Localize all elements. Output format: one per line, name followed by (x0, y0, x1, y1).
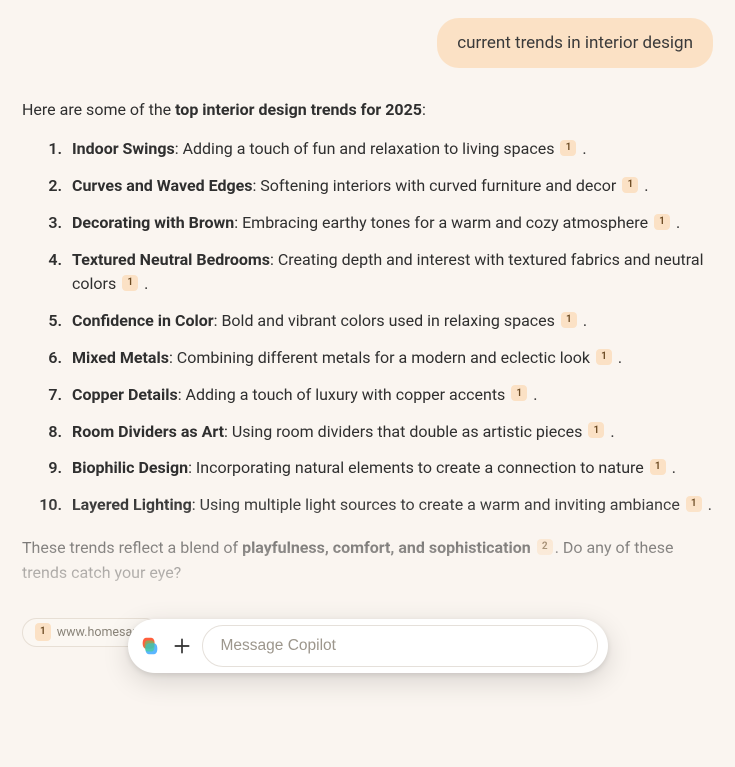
citation-badge[interactable]: 1 (561, 312, 577, 328)
trend-item: Confidence in Color: Bold and vibrant co… (66, 309, 713, 334)
trend-period: . (140, 274, 148, 293)
trends-list: Indoor Swings: Adding a touch of fun and… (22, 137, 713, 518)
trend-item: Mixed Metals: Combining different metals… (66, 346, 713, 371)
trend-item: Indoor Swings: Adding a touch of fun and… (66, 137, 713, 162)
trend-item: Textured Neutral Bedrooms: Creating dept… (66, 248, 713, 298)
composer-input[interactable] (219, 636, 581, 656)
add-button[interactable] (166, 630, 198, 662)
trend-period: . (529, 385, 537, 404)
assistant-message: Here are some of the top interior design… (22, 98, 713, 647)
assistant-intro: Here are some of the top interior design… (22, 98, 713, 123)
citation-badge[interactable]: 1 (654, 214, 670, 230)
trend-period: . (614, 348, 622, 367)
composer-input-wrap[interactable] (202, 625, 598, 667)
citation-badge[interactable]: 1 (122, 275, 138, 291)
outro-bold: playfulness, comfort, and sophistication (242, 538, 531, 557)
trend-item: Biophilic Design: Incorporating natural … (66, 456, 713, 481)
trend-desc: : Using room dividers that double as art… (224, 422, 586, 441)
trend-item: Curves and Waved Edges: Softening interi… (66, 174, 713, 199)
user-message-bubble: current trends in interior design (437, 18, 713, 68)
user-message-text: current trends in interior design (457, 33, 693, 53)
trend-period: . (606, 422, 614, 441)
trend-item: Room Dividers as Art: Using room divider… (66, 420, 713, 445)
trend-title: Curves and Waved Edges (72, 176, 252, 195)
citation-badge[interactable]: 1 (560, 140, 576, 156)
trend-desc: : Adding a touch of luxury with copper a… (178, 385, 510, 404)
trend-desc: : Softening interiors with curved furnit… (252, 176, 620, 195)
citation-badge[interactable]: 1 (588, 422, 604, 438)
trend-title: Mixed Metals (72, 348, 169, 367)
trend-period: . (704, 495, 712, 514)
user-message-row: current trends in interior design (22, 18, 713, 68)
trend-period: . (668, 458, 676, 477)
trend-title: Room Dividers as Art (72, 422, 224, 441)
trend-desc: : Bold and vibrant colors used in relaxi… (214, 311, 559, 330)
trend-item: Layered Lighting: Using multiple light s… (66, 493, 713, 518)
source-chip-number: 1 (35, 623, 51, 641)
outro-prefix: These trends reflect a blend of (22, 538, 242, 557)
trend-title: Biophilic Design (72, 458, 188, 477)
citation-badge[interactable]: 1 (622, 177, 638, 193)
intro-prefix: Here are some of the (22, 100, 175, 119)
trend-item: Copper Details: Adding a touch of luxury… (66, 383, 713, 408)
trend-period: . (578, 139, 586, 158)
assistant-outro: These trends reflect a blend of playfuln… (22, 536, 713, 586)
trend-desc: : Adding a touch of fun and relaxation t… (175, 139, 559, 158)
intro-suffix: : (422, 100, 426, 119)
trend-desc: : Using multiple light sources to create… (192, 495, 684, 514)
trend-title: Layered Lighting (72, 495, 192, 514)
citation-badge[interactable]: 1 (596, 349, 612, 365)
trend-desc: : Incorporating natural elements to crea… (188, 458, 648, 477)
composer-bar (128, 619, 608, 673)
citation-badge[interactable]: 2 (537, 539, 553, 555)
trend-title: Copper Details (72, 385, 178, 404)
trend-period: . (640, 176, 648, 195)
trend-desc: : Combining different metals for a moder… (169, 348, 594, 367)
trend-desc: : Embracing earthy tones for a warm and … (234, 213, 652, 232)
trend-title: Indoor Swings (72, 139, 175, 158)
trend-title: Decorating with Brown (72, 213, 234, 232)
plus-icon (172, 636, 192, 656)
trend-period: . (672, 213, 680, 232)
trend-title: Confidence in Color (72, 311, 214, 330)
trend-period: . (579, 311, 587, 330)
trend-item: Decorating with Brown: Embracing earthy … (66, 211, 713, 236)
citation-badge[interactable]: 1 (650, 459, 666, 475)
trend-title: Textured Neutral Bedrooms (72, 250, 270, 269)
copilot-logo-icon (138, 634, 162, 658)
intro-bold: top interior design trends for 2025 (175, 100, 422, 119)
citation-badge[interactable]: 1 (686, 496, 702, 512)
citation-badge[interactable]: 1 (511, 385, 527, 401)
